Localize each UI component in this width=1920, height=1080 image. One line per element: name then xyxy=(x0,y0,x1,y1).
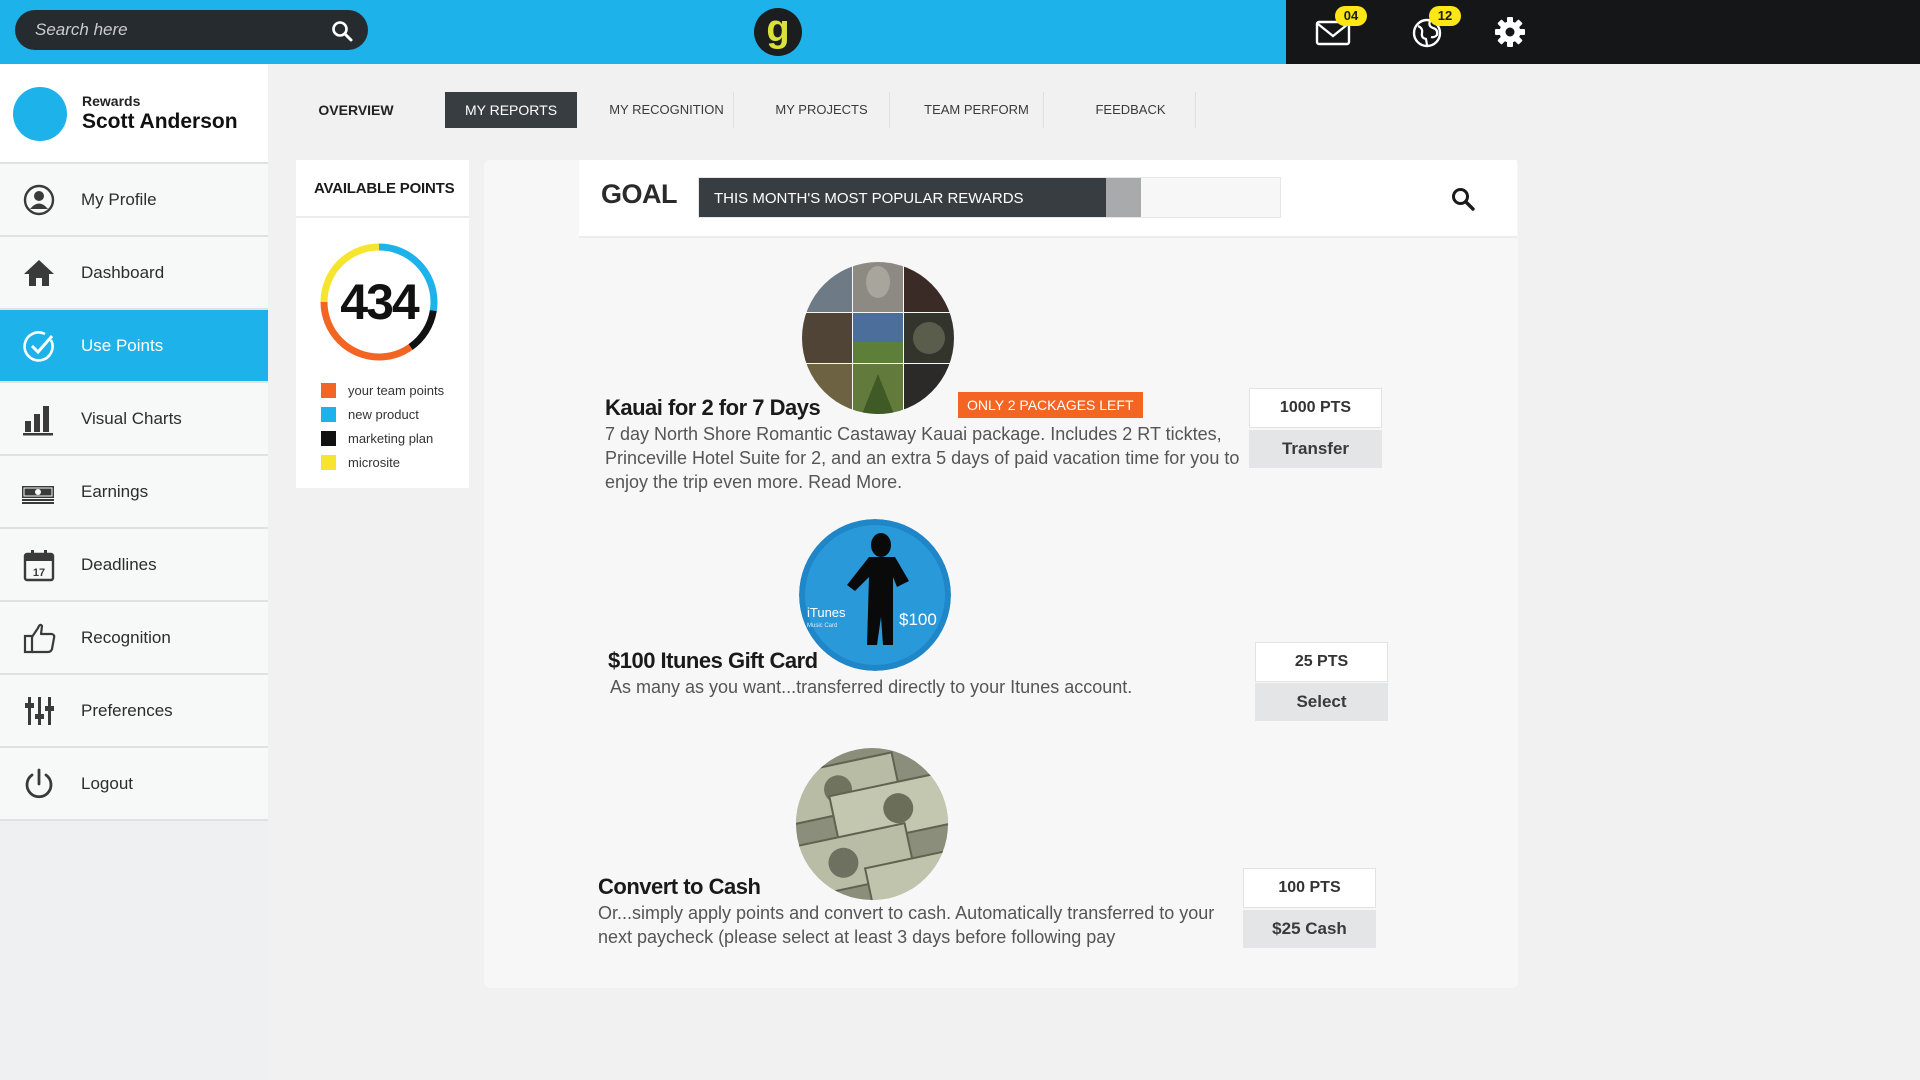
gear-icon xyxy=(1495,17,1525,47)
legend-label: your team points xyxy=(348,382,445,398)
money-stack-icon xyxy=(22,485,54,504)
sidebar-nav: My Profile Dashboard Use Points Visual C… xyxy=(0,164,268,821)
app-logo[interactable]: g xyxy=(754,8,802,56)
top-bar-actions xyxy=(1286,0,1920,64)
sidebar-item-label: Dashboard xyxy=(81,262,165,282)
goal-progress-marker xyxy=(1106,178,1141,217)
tab-my-recognition[interactable]: MY RECOGNITION xyxy=(600,92,734,128)
tab-team-perform[interactable]: TEAM PERFORM xyxy=(910,92,1044,128)
sidebar-item-preferences[interactable]: Preferences xyxy=(0,675,268,748)
tab-overview[interactable]: OVERVIEW xyxy=(306,92,406,128)
legend-item: marketing plan xyxy=(321,426,444,450)
reward-points: 100 PTS xyxy=(1243,868,1376,908)
legend-swatch xyxy=(321,454,336,470)
sidebar-item-my-profile[interactable]: My Profile xyxy=(0,164,268,237)
sidebar-item-visual-charts[interactable]: Visual Charts xyxy=(0,383,268,456)
reward-title[interactable]: Kauai for 2 for 7 Days xyxy=(605,395,821,421)
itunes-image-text: iTunes xyxy=(807,605,846,620)
search-icon[interactable] xyxy=(330,19,354,43)
rewards-panel: GOAL THIS MONTH'S MOST POPULAR REWARDS K… xyxy=(484,160,1518,988)
sidebar-item-label: Deadlines xyxy=(81,554,157,574)
rewards-label: Rewards xyxy=(82,93,141,109)
sidebar-item-label: Preferences xyxy=(81,700,173,720)
promo-badge: ONLY 2 PACKAGES LEFT xyxy=(958,392,1143,418)
sliders-icon xyxy=(25,696,54,725)
sidebar-item-logout[interactable]: Logout xyxy=(0,748,268,821)
sidebar-item-label: Earnings xyxy=(81,481,149,501)
search-icon[interactable] xyxy=(1450,186,1476,212)
tab-my-reports[interactable]: MY REPORTS xyxy=(445,92,577,128)
mail-count-badge: 04 xyxy=(1335,6,1367,26)
goal-bar: GOAL THIS MONTH'S MOST POPULAR REWARDS xyxy=(579,160,1517,238)
available-points-panel: AVAILABLE POINTS 434 your team points ne… xyxy=(296,160,469,488)
itunes-card-image[interactable]: iTunes Music Card $100 xyxy=(799,519,951,671)
itunes-image-subtext: Music Card xyxy=(807,623,837,629)
avatar[interactable] xyxy=(13,87,67,141)
profile-header: Rewards Scott Anderson xyxy=(0,64,268,164)
calendar-icon: 17 xyxy=(23,549,55,581)
sidebar-item-dashboard[interactable]: Dashboard xyxy=(0,237,268,310)
legend-swatch xyxy=(321,382,336,398)
tab-feedback[interactable]: FEEDBACK xyxy=(1066,92,1196,128)
legend-label: new product xyxy=(348,406,419,422)
legend-item: new product xyxy=(321,402,444,426)
cash-button[interactable]: $25 Cash xyxy=(1243,910,1376,948)
sidebar-item-label: Recognition xyxy=(81,627,171,647)
legend-label: microsite xyxy=(348,454,401,470)
check-circle-icon xyxy=(23,330,54,362)
user-name: Scott Anderson xyxy=(82,110,238,133)
thumbs-up-icon xyxy=(23,623,56,653)
select-button[interactable]: Select xyxy=(1255,683,1388,721)
legend-label: marketing plan xyxy=(348,430,434,446)
sidebar-item-recognition[interactable]: Recognition xyxy=(0,602,268,675)
user-circle-icon xyxy=(23,184,55,215)
sidebar-item-deadlines[interactable]: 17 Deadlines xyxy=(0,529,268,602)
legend-item: microsite xyxy=(321,450,444,474)
mail-button[interactable]: 04 xyxy=(1313,6,1367,52)
available-points-value: 434 xyxy=(340,274,419,330)
globe-count-badge: 12 xyxy=(1429,6,1461,26)
sidebar-item-label: Use Points xyxy=(81,335,164,355)
notifications-button[interactable]: 12 xyxy=(1407,6,1461,52)
legend-item: your team points xyxy=(321,378,444,402)
available-points-title: AVAILABLE POINTS xyxy=(296,160,469,218)
logo-glyph: g xyxy=(766,8,790,50)
home-icon xyxy=(24,259,54,286)
goal-bar-text: THIS MONTH'S MOST POPULAR REWARDS xyxy=(714,190,1024,207)
search-input[interactable] xyxy=(35,10,315,50)
reward-title[interactable]: Convert to Cash xyxy=(598,874,761,900)
itunes-image-amount: $100 xyxy=(899,610,937,629)
power-icon xyxy=(25,768,53,798)
goal-label: GOAL xyxy=(601,179,678,209)
calendar-day: 17 xyxy=(33,567,45,579)
sidebar-item-use-points[interactable]: Use Points xyxy=(0,310,268,383)
transfer-button[interactable]: Transfer xyxy=(1249,430,1382,468)
search-box xyxy=(15,10,368,50)
goal-progress-track: THIS MONTH'S MOST POPULAR REWARDS xyxy=(698,177,1281,218)
sidebar-item-label: Logout xyxy=(81,773,133,793)
bar-chart-icon xyxy=(23,405,53,435)
reward-title[interactable]: $100 Itunes Gift Card xyxy=(608,648,818,674)
reward-description: 7 day North Shore Romantic Castaway Kaua… xyxy=(605,424,1240,492)
sidebar-item-label: Visual Charts xyxy=(81,408,182,428)
points-legend: your team points new product marketing p… xyxy=(321,378,444,474)
reward-description: Or...simply apply points and convert to … xyxy=(598,903,1215,947)
legend-swatch xyxy=(321,406,336,422)
settings-button[interactable] xyxy=(1490,12,1530,52)
sidebar-item-label: My Profile xyxy=(81,189,157,209)
tab-my-projects[interactable]: MY PROJECTS xyxy=(754,92,890,128)
sidebar: Rewards Scott Anderson My Profile Dashbo… xyxy=(0,64,268,1080)
cash-money-image[interactable] xyxy=(796,748,948,900)
reward-description: As many as you want...transferred direct… xyxy=(610,677,1133,697)
legend-swatch xyxy=(321,430,336,446)
reward-points: 1000 PTS xyxy=(1249,388,1382,428)
sidebar-item-earnings[interactable]: Earnings xyxy=(0,456,268,529)
reward-points: 25 PTS xyxy=(1255,642,1388,682)
kauai-photo-collage[interactable] xyxy=(802,262,954,414)
